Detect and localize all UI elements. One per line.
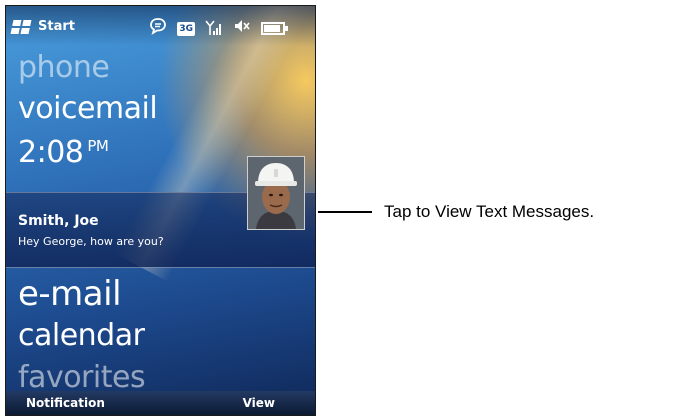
contact-photo-icon[interactable] — [247, 156, 305, 230]
speaker-mute-icon[interactable] — [233, 18, 251, 39]
menu-item-phone[interactable]: phone — [18, 50, 110, 85]
menu-item-e-mail[interactable]: e-mail — [18, 274, 122, 314]
status-icons: 3G — [149, 17, 288, 40]
message-preview: Hey George, how are you? — [18, 235, 164, 248]
menu-item-calendar[interactable]: calendar — [18, 318, 145, 353]
message-sender: Smith, Joe — [18, 213, 99, 229]
3g-icon: 3G — [177, 21, 195, 36]
signal-icon[interactable] — [205, 20, 223, 36]
notification-softkey[interactable]: Notification — [26, 396, 105, 410]
start-button[interactable]: Start — [10, 19, 75, 34]
clock-time: 2:08 — [18, 135, 84, 170]
start-label: Start — [38, 19, 75, 34]
battery-icon[interactable] — [261, 22, 288, 35]
callout-text: Tap to View Text Messages. — [384, 202, 595, 221]
callout-line — [318, 211, 372, 213]
menu-item-favorites[interactable]: favorites — [18, 360, 146, 395]
view-softkey[interactable]: View — [243, 396, 275, 410]
phone-screen: Start 3G phone voicemail 2:08 PM Smith, J… — [5, 5, 316, 416]
clock-ampm: PM — [87, 137, 109, 155]
chat-bubble-icon[interactable] — [149, 17, 167, 40]
menu-item-voicemail[interactable]: voicemail — [18, 91, 158, 126]
status-bar: Start 3G — [6, 6, 315, 46]
windows-logo-icon — [10, 19, 32, 34]
softkey-bar: Notification View — [6, 391, 315, 415]
clock[interactable]: 2:08 PM — [18, 135, 109, 170]
